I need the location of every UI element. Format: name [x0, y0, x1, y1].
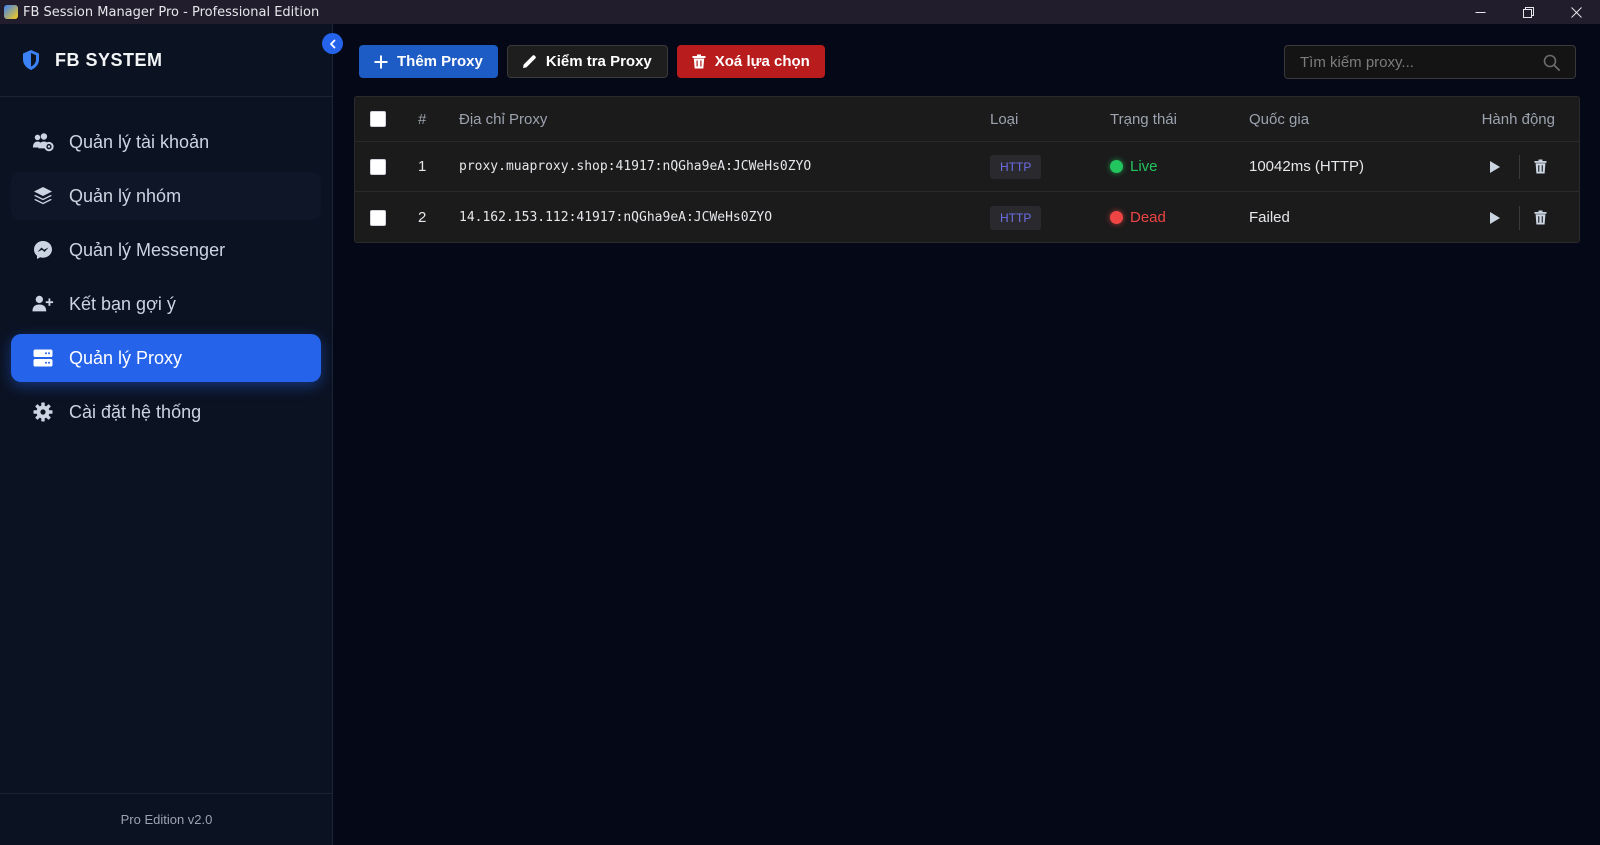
- sidebar-item-proxy[interactable]: Quản lý Proxy: [11, 334, 321, 382]
- sidebar-item-accounts[interactable]: Quản lý tài khoản: [11, 118, 321, 166]
- trash-icon: [1534, 210, 1546, 225]
- play-icon: [1490, 160, 1500, 173]
- column-header-status: Trạng thái: [1110, 110, 1177, 128]
- chevron-left-icon: [329, 39, 335, 48]
- status-text: Live: [1130, 158, 1158, 175]
- country-cell: 10042ms (HTTP): [1249, 158, 1365, 175]
- row-checkbox[interactable]: [370, 158, 386, 175]
- sidebar-item-label: Quản lý Messenger: [69, 239, 226, 260]
- shield-icon: [23, 50, 39, 70]
- sidebar-item-label: Kết bạn gợi ý: [69, 293, 176, 314]
- status-cell: Dead: [1110, 192, 1166, 243]
- type-cell: HTTP: [990, 192, 1042, 243]
- status-cell: Live: [1110, 142, 1158, 191]
- delete-selected-button[interactable]: Xoá lựa chọn: [676, 45, 825, 78]
- window-controls: [1456, 0, 1600, 24]
- plus-icon: [373, 54, 389, 70]
- sidebar-item-label: Quản lý tài khoản: [69, 131, 210, 152]
- status-text: Dead: [1130, 209, 1166, 226]
- table-row: 2 14.162.153.112:41917:nQGha9eA:JCWeHs0Z…: [355, 192, 1579, 243]
- restore-button[interactable]: [1504, 0, 1552, 24]
- search-icon[interactable]: [1543, 54, 1560, 71]
- row-index: 2: [418, 209, 427, 226]
- column-header-country: Quốc gia: [1249, 110, 1310, 128]
- proxy-address: proxy.muaproxy.shop:41917:nQGha9eA:JCWeH…: [459, 159, 812, 174]
- play-icon: [1490, 211, 1500, 224]
- minimize-icon: [1475, 11, 1485, 13]
- sidebar-item-label: Quản lý nhóm: [69, 185, 182, 206]
- column-header-type: Loại: [990, 110, 1019, 128]
- sidebar-item-messenger[interactable]: Quản lý Messenger: [11, 226, 321, 274]
- action-divider: [1519, 205, 1520, 230]
- column-header-index: #: [418, 110, 427, 128]
- messenger-icon: [32, 239, 54, 261]
- run-check-button[interactable]: [1484, 156, 1506, 178]
- users-cog-icon: [32, 131, 54, 153]
- main-content: Thêm Proxy Kiểm tra Proxy Xoá lựa chọn #…: [334, 24, 1600, 845]
- select-all-cell: [370, 97, 386, 141]
- delete-selected-label: Xoá lựa chọn: [714, 53, 810, 70]
- sidebar-item-settings[interactable]: Cài đặt hệ thống: [11, 388, 321, 436]
- column-header-address: Địa chỉ Proxy: [459, 110, 548, 128]
- row-actions: [1484, 142, 1551, 191]
- delete-row-button[interactable]: [1529, 156, 1551, 178]
- add-proxy-label: Thêm Proxy: [397, 53, 483, 70]
- app-icon: [4, 5, 18, 19]
- search-input[interactable]: [1300, 53, 1543, 71]
- close-icon: [1570, 6, 1582, 18]
- sidebar-nav: Quản lý tài khoản Quản lý nhóm Quản lý M…: [0, 118, 332, 436]
- check-proxy-label: Kiểm tra Proxy: [545, 53, 652, 70]
- brand: FB SYSTEM: [0, 24, 332, 97]
- country-cell: Failed: [1249, 209, 1290, 226]
- delete-row-button[interactable]: [1529, 207, 1551, 229]
- type-badge: HTTP: [990, 154, 1042, 179]
- check-proxy-button[interactable]: Kiểm tra Proxy: [506, 45, 668, 78]
- sidebar-item-label: Cài đặt hệ thống: [69, 401, 202, 422]
- status-dot-dead: [1110, 211, 1123, 224]
- close-button[interactable]: [1552, 0, 1600, 24]
- column-header-actions: Hành động: [1481, 110, 1555, 128]
- restore-icon: [1522, 6, 1534, 18]
- window-title: FB Session Manager Pro - Professional Ed…: [23, 4, 320, 20]
- add-proxy-button[interactable]: Thêm Proxy: [359, 45, 498, 78]
- sidebar-item-label: Quản lý Proxy: [69, 347, 183, 368]
- trash-icon: [691, 54, 707, 70]
- collapse-sidebar-button[interactable]: [322, 33, 343, 54]
- server-icon: [32, 347, 54, 369]
- trash-icon: [1534, 159, 1546, 174]
- status-dot-live: [1110, 160, 1123, 173]
- row-actions: [1484, 192, 1551, 243]
- sidebar: FB SYSTEM Quản lý tài khoản Quản lý nhóm…: [0, 24, 333, 845]
- action-divider: [1519, 154, 1520, 179]
- sidebar-item-friend-suggestions[interactable]: Kết bạn gợi ý: [11, 280, 321, 328]
- toolbar: Thêm Proxy Kiểm tra Proxy Xoá lựa chọn: [359, 45, 825, 78]
- search-box: [1284, 45, 1576, 79]
- table-header: # Địa chỉ Proxy Loại Trạng thái Quốc gia…: [355, 97, 1579, 142]
- row-select-cell: [370, 192, 386, 243]
- table-row: 1 proxy.muaproxy.shop:41917:nQGha9eA:JCW…: [355, 142, 1579, 192]
- window-titlebar: FB Session Manager Pro - Professional Ed…: [0, 0, 1600, 24]
- row-index: 1: [418, 158, 427, 175]
- version-label: Pro Edition v2.0: [0, 793, 333, 845]
- row-select-cell: [370, 142, 386, 191]
- pencil-icon: [522, 54, 538, 70]
- row-checkbox[interactable]: [370, 209, 386, 226]
- layers-icon: [32, 185, 54, 207]
- proxy-address: 14.162.153.112:41917:nQGha9eA:JCWeHs0ZYO: [459, 210, 773, 225]
- select-all-checkbox[interactable]: [370, 111, 386, 127]
- run-check-button[interactable]: [1484, 207, 1506, 229]
- brand-title: FB SYSTEM: [55, 49, 163, 70]
- user-plus-icon: [32, 293, 54, 315]
- proxy-table: # Địa chỉ Proxy Loại Trạng thái Quốc gia…: [354, 96, 1580, 243]
- gear-icon: [32, 401, 54, 423]
- type-cell: HTTP: [990, 142, 1042, 191]
- minimize-button[interactable]: [1456, 0, 1504, 24]
- type-badge: HTTP: [990, 205, 1042, 230]
- sidebar-item-groups[interactable]: Quản lý nhóm: [11, 172, 321, 220]
